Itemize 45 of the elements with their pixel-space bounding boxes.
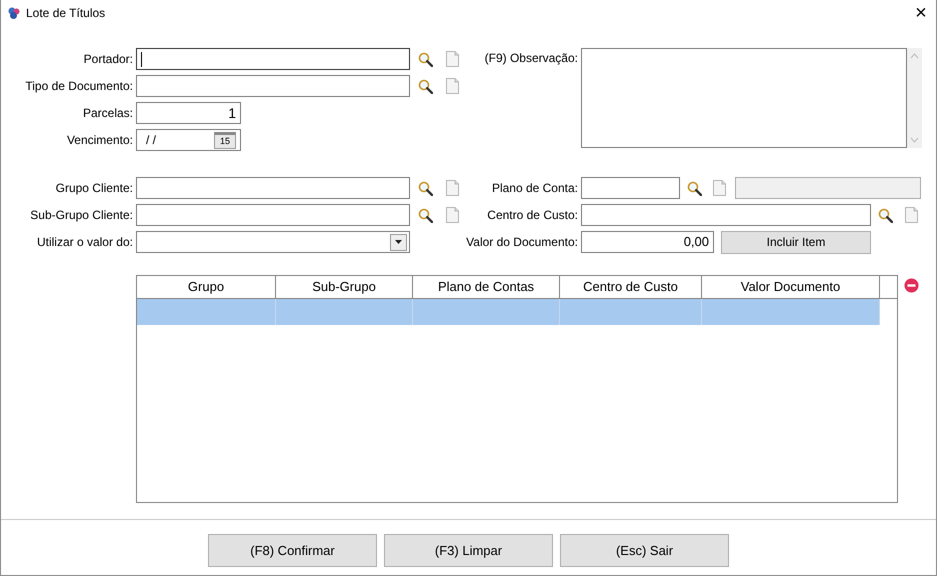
calendar-button[interactable]: 15: [214, 132, 236, 148]
text-field[interactable]: [136, 75, 410, 97]
search-icon[interactable]: [418, 52, 433, 66]
text-cursor: [141, 52, 142, 66]
footer-button[interactable]: (F8) Confirmar: [208, 534, 377, 567]
field-label: Tipo de Documento:: [24, 78, 133, 94]
search-icon[interactable]: [878, 208, 893, 222]
amount-field[interactable]: 0,00: [581, 231, 714, 253]
text-field[interactable]: [136, 177, 410, 199]
footer-button[interactable]: (Esc) Sair: [560, 534, 729, 567]
column-header[interactable]: Centro de Custo: [560, 276, 702, 298]
dropdown-field[interactable]: [136, 231, 410, 253]
date-value: / /: [146, 132, 156, 148]
search-icon[interactable]: [418, 208, 433, 222]
field-label: Vencimento:: [66, 132, 133, 148]
search-icon[interactable]: [418, 180, 433, 196]
text-field[interactable]: [136, 48, 410, 70]
text-field[interactable]: [581, 204, 871, 226]
column-header[interactable]: Plano de Contas: [413, 276, 560, 298]
field-label: Portador:: [82, 52, 133, 66]
observation-textarea[interactable]: [581, 48, 907, 148]
close-button[interactable]: ×: [906, 0, 936, 26]
add-item-button[interactable]: Incluir Item: [721, 230, 871, 254]
field-label: Grupo Cliente:: [54, 180, 133, 196]
date-field[interactable]: / / 15: [136, 129, 241, 151]
search-icon[interactable]: [687, 180, 702, 196]
field-label: Centro de Custo:: [486, 208, 578, 222]
field-label: Sub-Grupo Cliente:: [29, 208, 133, 222]
column-header[interactable]: Sub-Grupo: [276, 276, 413, 298]
field-label: Utilizar o valor do:: [36, 234, 133, 250]
text-field[interactable]: [136, 204, 410, 226]
field-label: Valor do Documento:: [465, 234, 578, 250]
window-title: Lote de Títulos: [26, 6, 106, 20]
app-logo-icon: [7, 6, 21, 20]
column-header[interactable]: Valor Documento: [702, 276, 880, 298]
field-label: (F9) Observação:: [484, 51, 578, 66]
field-label: Parcelas:: [82, 106, 133, 120]
text-field[interactable]: [581, 177, 680, 199]
field-label: Plano de Conta:: [490, 180, 578, 196]
number-field[interactable]: 1: [136, 102, 241, 124]
footer-button[interactable]: (F3) Limpar: [384, 534, 553, 567]
dropdown-arrow-icon: [395, 240, 402, 244]
search-icon[interactable]: [418, 78, 433, 94]
column-header[interactable]: Grupo: [137, 276, 276, 298]
remove-icon[interactable]: [904, 278, 919, 293]
